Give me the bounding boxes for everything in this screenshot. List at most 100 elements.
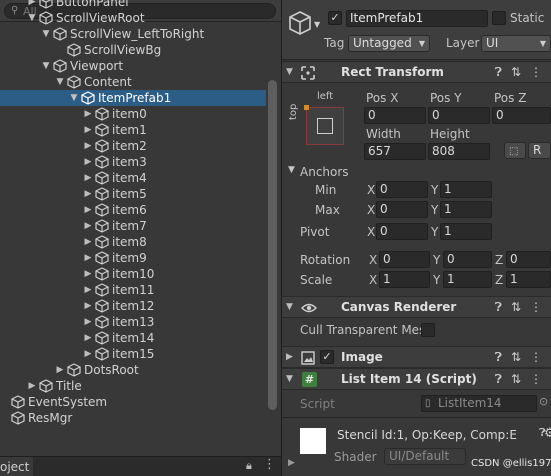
scale-z-input[interactable]: 1 <box>506 271 551 288</box>
hierarchy-row[interactable]: ▶ item10 <box>0 266 266 282</box>
hierarchy-scrollbar[interactable] <box>268 80 277 410</box>
anchor-min-x-input[interactable]: 0 <box>376 181 428 198</box>
menu-icon[interactable]: ⋮ <box>530 300 551 314</box>
expand-arrow-icon[interactable]: ▶ <box>83 250 93 266</box>
expand-arrow-icon[interactable]: ▶ <box>83 314 93 330</box>
tag-dropdown[interactable]: Untagged ▼ <box>348 35 430 52</box>
menu-icon[interactable]: ⋮ <box>530 372 551 386</box>
expand-arrow-icon[interactable]: ▶ <box>83 330 93 346</box>
script-field[interactable]: ▯ ListItem14 <box>421 395 537 412</box>
hierarchy-row[interactable]: EventSystem <box>0 394 266 410</box>
hierarchy-row[interactable]: ▼ Viewport <box>0 58 266 74</box>
expand-arrow-icon[interactable]: ▶ <box>27 0 37 10</box>
object-picker-icon[interactable]: ⊙ <box>539 395 548 408</box>
anchor-preset-button[interactable] <box>304 105 344 145</box>
hierarchy-row[interactable]: ▼ ScrollView_LeftToRight <box>0 26 266 42</box>
help-icon[interactable]: ❓︎ <box>495 350 511 364</box>
list-item-script-header[interactable]: ▼ # List Item 14 (Script) ❓︎⇅⋮ <box>282 368 551 390</box>
expand-arrow-icon[interactable]: ▶ <box>83 186 93 202</box>
hierarchy-row[interactable]: ▶ item0 <box>0 106 266 122</box>
rotation-x-input[interactable]: 0 <box>379 251 430 268</box>
anchor-max-y-input[interactable]: 1 <box>440 201 492 218</box>
raw-edit-button[interactable]: R <box>528 142 551 159</box>
help-icon[interactable]: ❓︎ <box>495 372 511 386</box>
menu-icon[interactable]: ⋮ <box>263 457 276 472</box>
preset-icon[interactable]: ⇅ <box>511 372 530 386</box>
image-enabled-checkbox[interactable]: ✓ <box>320 350 334 364</box>
hierarchy-row[interactable]: ▶ item9 <box>0 250 266 266</box>
hierarchy-row[interactable]: ▶ item1 <box>0 122 266 138</box>
hierarchy-row[interactable]: ResMgr <box>0 410 266 426</box>
expand-arrow-icon[interactable]: ▶ <box>83 202 93 218</box>
expand-arrow-icon[interactable]: ▶ <box>83 170 93 186</box>
pivot-y-input[interactable]: 1 <box>440 223 492 240</box>
hierarchy-row[interactable]: ▶ item11 <box>0 282 266 298</box>
cull-transparent-checkbox[interactable] <box>421 323 435 337</box>
menu-icon[interactable]: ⋮ <box>530 65 551 79</box>
layer-dropdown[interactable]: UI ▼ <box>481 35 551 52</box>
collapse-arrow-icon[interactable]: ▼ <box>27 10 37 26</box>
height-input[interactable]: 808 <box>428 143 490 160</box>
collapse-arrow-icon[interactable]: ▼ <box>41 58 51 74</box>
width-input[interactable]: 657 <box>364 143 426 160</box>
help-icon[interactable]: ❓︎ <box>495 300 511 314</box>
hierarchy-row[interactable]: ▶ item13 <box>0 314 266 330</box>
pos-y-input[interactable]: 0 <box>428 107 490 124</box>
collapse-arrow-icon[interactable]: ▼ <box>41 26 51 42</box>
hierarchy-row[interactable]: ▶ DotsRoot <box>0 362 266 378</box>
pos-x-input[interactable]: 0 <box>364 107 426 124</box>
collapse-arrow-icon[interactable]: ▼ <box>55 74 65 90</box>
expand-arrow-icon[interactable]: ▶ <box>55 362 65 378</box>
anchor-max-x-input[interactable]: 0 <box>376 201 428 218</box>
anchor-min-y-input[interactable]: 1 <box>440 181 492 198</box>
help-icon[interactable]: ❓︎ <box>495 65 511 79</box>
collapse-arrow-icon[interactable]: ▼ <box>69 90 79 106</box>
hierarchy-row[interactable]: ▼ Content <box>0 74 266 90</box>
expand-arrow-icon[interactable]: ▶ <box>83 282 93 298</box>
hierarchy-row[interactable]: ▶ item7 <box>0 218 266 234</box>
rect-transform-header[interactable]: ▼ Rect Transform ❓︎⇅⋮ <box>282 61 551 83</box>
hierarchy-row[interactable]: ▶ Title <box>0 378 266 394</box>
hierarchy-row[interactable]: ▶ item8 <box>0 234 266 250</box>
hierarchy-row[interactable]: ▶ item15 <box>0 346 266 362</box>
expand-arrow-icon[interactable]: ▶ <box>83 234 93 250</box>
hierarchy-row[interactable]: ▶ item6 <box>0 202 266 218</box>
material-preview-swatch[interactable] <box>300 428 326 454</box>
rotation-z-input[interactable]: 0 <box>506 251 551 268</box>
active-checkbox[interactable]: ✓ <box>328 11 342 25</box>
project-tab[interactable]: oject <box>0 457 34 476</box>
preset-icon[interactable]: ⇅ <box>511 65 530 79</box>
anchors-arrow-icon[interactable]: ▼ <box>288 165 295 175</box>
expand-arrow-icon[interactable]: ▶ <box>83 122 93 138</box>
preset-icon[interactable]: ⇅ <box>511 300 530 314</box>
expand-arrow-icon[interactable]: ▶ <box>83 106 93 122</box>
blueprint-mode-button[interactable]: ⬚ <box>504 142 526 159</box>
static-checkbox[interactable] <box>492 11 506 25</box>
hierarchy-row[interactable]: ▶ item5 <box>0 186 266 202</box>
menu-icon[interactable]: ⋮ <box>530 350 551 364</box>
expand-arrow-icon[interactable]: ▶ <box>83 138 93 154</box>
hierarchy-row[interactable]: ▶ item4 <box>0 170 266 186</box>
hierarchy-row[interactable]: ▶ item2 <box>0 138 266 154</box>
pos-z-input[interactable]: 0 <box>492 107 551 124</box>
hierarchy-row[interactable]: ▼ ItemPrefab1 <box>0 90 266 106</box>
hierarchy-row[interactable]: ▶ ButtonPanel <box>0 0 266 10</box>
expand-arrow-icon[interactable]: ▶ <box>83 266 93 282</box>
expand-arrow-icon[interactable]: ▶ <box>27 378 37 394</box>
canvas-renderer-header[interactable]: ▼ Canvas Renderer ❓︎⇅⋮ <box>282 296 551 318</box>
pivot-x-input[interactable]: 0 <box>376 223 428 240</box>
hierarchy-row[interactable]: ScrollViewBg <box>0 42 266 58</box>
expand-arrow-icon[interactable]: ▶ <box>83 218 93 234</box>
preset-icon[interactable]: ⇅ <box>511 350 530 364</box>
expand-arrow-icon[interactable]: ▶ <box>83 298 93 314</box>
expand-arrow-icon[interactable]: ▶ <box>83 346 93 362</box>
scale-y-input[interactable]: 1 <box>443 271 492 288</box>
material-gear-icon[interactable]: ⚙ <box>544 426 551 441</box>
hierarchy-row[interactable]: ▶ item14 <box>0 330 266 346</box>
material-expand-icon[interactable]: ▶ <box>288 458 295 468</box>
hierarchy-row[interactable]: ▶ item12 <box>0 298 266 314</box>
shader-dropdown[interactable]: UI/Default <box>384 448 466 465</box>
icon-dropdown-caret[interactable]: ▼ <box>314 20 320 29</box>
lock-icon[interactable]: 🔒︎ <box>246 459 252 473</box>
hierarchy-row[interactable]: ▼ ScrollViewRoot <box>0 10 266 26</box>
